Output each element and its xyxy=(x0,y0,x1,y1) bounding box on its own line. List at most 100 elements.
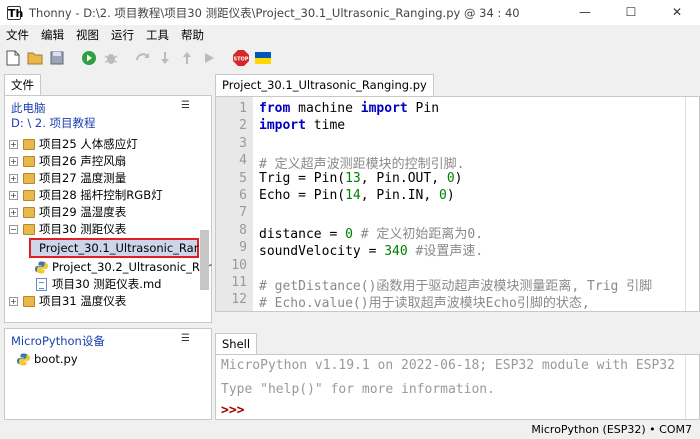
folder-icon xyxy=(23,173,35,184)
code-token: 14 xyxy=(345,188,361,203)
stop-icon-label: STOP xyxy=(234,57,249,63)
tree-item-folder-25[interactable]: + 项目25 人体感应灯 xyxy=(9,136,138,153)
folder-icon xyxy=(23,296,35,307)
shell-output-line: Type "help()" for more information. xyxy=(221,382,495,397)
menu-run[interactable]: 运行 xyxy=(105,27,140,43)
tab-editor-file[interactable]: Project_30.1_Ultrasonic_Ranging.py xyxy=(215,74,434,96)
editor-scrollbar[interactable] xyxy=(685,97,699,311)
tree-item-file[interactable]: 项目30 测距仪表.md xyxy=(35,276,161,293)
this-pc-link[interactable]: 此电脑 xyxy=(11,100,46,116)
save-icon[interactable] xyxy=(48,49,66,67)
device-panel-title: MicroPython设备 xyxy=(11,334,105,348)
tree-item-file[interactable]: Project_30.2_Ultrasonic_Rar xyxy=(35,259,211,276)
line-number: 3 xyxy=(239,135,247,151)
current-path[interactable]: D: \ 2. 项目教程 xyxy=(11,115,96,131)
code-token: ) xyxy=(446,188,455,203)
expand-icon[interactable]: + xyxy=(9,140,18,149)
ukraine-flag-icon[interactable] xyxy=(254,49,272,67)
code-line: # Echo.value()用于读取超声波模块Echo引脚的状态, xyxy=(259,292,590,311)
open-folder-icon[interactable] xyxy=(26,49,44,67)
shell-scrollbar[interactable] xyxy=(685,355,699,419)
tree-item-label: 项目25 人体感应灯 xyxy=(39,137,138,151)
step-into-icon[interactable] xyxy=(156,49,174,67)
device-file-boot[interactable]: boot.py xyxy=(17,351,78,368)
status-bar[interactable]: MicroPython (ESP32) • COM7 xyxy=(0,421,700,439)
folder-icon xyxy=(23,156,35,167)
tab-files[interactable]: 文件 xyxy=(4,74,41,96)
code-line: Echo = Pin(14, Pin.IN, 0) xyxy=(259,188,455,203)
resume-icon[interactable] xyxy=(200,49,218,67)
folder-icon xyxy=(23,190,35,201)
expand-icon[interactable]: + xyxy=(9,174,18,183)
files-panel: 此电脑 ☰ D: \ 2. 项目教程 + 项目25 人体感应灯 + 项目26 声… xyxy=(4,95,212,323)
folder-icon xyxy=(23,207,35,218)
tab-shell[interactable]: Shell xyxy=(215,333,258,355)
code-token: ) xyxy=(454,170,463,186)
step-over-icon[interactable] xyxy=(134,49,152,67)
code-line: # getDistance()函数用于驱动超声波模块测量距离, Trig 引脚 xyxy=(259,275,652,294)
code-token: import xyxy=(259,118,306,134)
close-button[interactable]: ✕ xyxy=(654,0,700,25)
tree-item-selected-file[interactable]: Project_30.1_Ultrasonic_Rar xyxy=(29,238,199,258)
expand-icon[interactable]: + xyxy=(9,297,18,306)
code-token: 340 xyxy=(384,244,408,260)
document-icon xyxy=(36,278,47,291)
shell-prompt[interactable]: >>> xyxy=(221,403,244,418)
expand-icon[interactable]: + xyxy=(9,191,18,200)
code-editor[interactable]: 1 2 3 4 5 6 7 8 9 10 11 12 from machine import Pin i… xyxy=(215,96,700,312)
shell-panel[interactable]: MicroPython v1.19.1 on 2022-06-18; ESP32… xyxy=(215,354,700,420)
expand-icon[interactable]: + xyxy=(9,208,18,217)
line-number: 6 xyxy=(239,188,247,203)
code-line: # 定义超声波测距模块的控制引脚. xyxy=(259,153,464,172)
menu-tools[interactable]: 工具 xyxy=(140,27,175,43)
tree-item-folder-31[interactable]: + 项目31 温度仪表 xyxy=(9,293,126,310)
menu-help[interactable]: 帮助 xyxy=(175,27,210,43)
maximize-button[interactable]: ☐ xyxy=(608,0,654,25)
tree-item-label: Project_30.1_Ultrasonic_Rar xyxy=(39,240,199,255)
files-menu-icon[interactable]: ☰ xyxy=(181,100,190,111)
code-line: distance = 0 # 定义初始距离为0. xyxy=(259,223,483,242)
line-number-gutter: 1 2 3 4 5 6 7 8 9 10 11 12 xyxy=(216,97,253,311)
tree-item-label: 项目26 声控风扇 xyxy=(39,154,127,168)
tree-item-folder-26[interactable]: + 项目26 声控风扇 xyxy=(9,153,126,170)
line-number: 12 xyxy=(231,292,247,308)
shell-output-line: MicroPython v1.19.1 on 2022-06-18; ESP32… xyxy=(221,358,675,373)
collapse-icon[interactable]: − xyxy=(9,225,18,234)
folder-icon xyxy=(23,139,35,150)
line-number: 7 xyxy=(239,205,247,221)
step-out-icon[interactable] xyxy=(178,49,196,67)
thonny-app-icon: Th xyxy=(7,5,24,20)
line-number: 11 xyxy=(231,275,247,290)
line-number: 9 xyxy=(239,240,247,256)
line-number: 1 xyxy=(239,101,247,116)
code-token: from xyxy=(259,101,291,116)
run-icon[interactable] xyxy=(80,49,98,67)
tree-item-folder-27[interactable]: + 项目27 温度测量 xyxy=(9,170,126,187)
toolbar: STOP xyxy=(0,45,700,71)
menu-edit[interactable]: 编辑 xyxy=(35,27,70,43)
stop-icon[interactable]: STOP xyxy=(232,49,250,67)
tree-item-label: 项目30 测距仪表.md xyxy=(52,277,162,291)
code-token: machine xyxy=(290,101,361,116)
device-menu-icon[interactable]: ☰ xyxy=(181,333,190,344)
debug-icon[interactable] xyxy=(102,49,120,67)
device-panel: MicroPython设备 ☰ boot.py xyxy=(4,328,212,420)
tree-item-folder-28[interactable]: + 项目28 摇杆控制RGB灯 xyxy=(9,187,163,204)
menu-view[interactable]: 视图 xyxy=(70,27,105,43)
code-token: import xyxy=(360,101,408,116)
new-file-icon[interactable] xyxy=(4,49,22,67)
minimize-button[interactable]: — xyxy=(562,0,608,25)
expand-icon[interactable]: + xyxy=(9,157,18,166)
menu-file[interactable]: 文件 xyxy=(0,27,35,43)
tree-item-label: 项目28 摇杆控制RGB灯 xyxy=(39,188,163,202)
tree-item-label: Project_30.2_Ultrasonic_Rar xyxy=(52,260,212,274)
tree-item-folder-29[interactable]: + 项目29 温湿度表 xyxy=(9,204,126,221)
code-token: # Echo.value()用于读取超声波模块Echo引脚的状态, xyxy=(259,296,590,312)
line-number: 5 xyxy=(239,170,247,186)
tree-item-label: 项目31 温度仪表 xyxy=(39,294,127,308)
files-scrollbar[interactable] xyxy=(200,230,209,290)
code-token: Trig = Pin( xyxy=(259,170,346,186)
code-token: Echo = Pin( xyxy=(259,188,346,203)
tree-item-folder-30[interactable]: − 项目30 测距仪表 xyxy=(9,221,126,238)
